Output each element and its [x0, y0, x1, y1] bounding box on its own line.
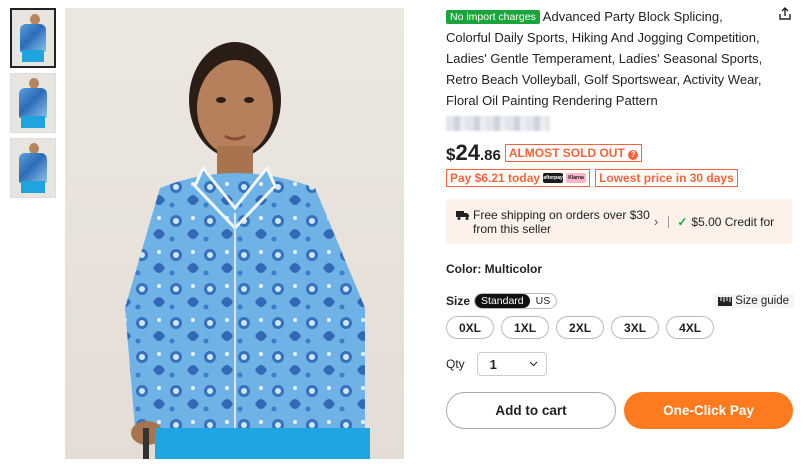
pay-today-tag[interactable]: Pay $6.21 today afterpay Klarna [446, 169, 591, 187]
free-shipping-text: Free shipping on orders over $30 from th… [473, 207, 650, 236]
quantity-value: 1 [489, 356, 497, 372]
size-option-3xl[interactable]: 3XL [611, 316, 660, 339]
product-main-image[interactable] [65, 8, 404, 459]
almost-sold-out-badge: ALMOST SOLD OUT ? [504, 144, 643, 162]
chevron-right-icon[interactable]: › [654, 214, 658, 229]
thumbnail-2[interactable] [10, 73, 56, 133]
help-icon[interactable]: ? [628, 150, 639, 160]
quantity-select[interactable]: 1 [476, 352, 547, 376]
size-system-standard[interactable]: Standard [475, 294, 530, 308]
one-click-pay-button[interactable]: One-Click Pay [624, 392, 793, 429]
ruler-icon [718, 296, 733, 306]
thumbnail-3[interactable] [10, 138, 56, 198]
size-system-toggle: Standard US [474, 293, 558, 309]
shipping-info-box[interactable]: Free shipping on orders over $30 from th… [446, 199, 792, 244]
afterpay-logo-icon: afterpay [543, 173, 564, 183]
klarna-logo-icon: Klarna [566, 173, 587, 183]
share-icon[interactable] [777, 6, 793, 22]
add-to-cart-button[interactable]: Add to cart [446, 392, 616, 429]
size-header: Size Standard US Size guide [446, 293, 796, 309]
thumbnail-1[interactable] [10, 8, 56, 68]
size-options: 0XL 1XL 2XL 3XL 4XL [446, 316, 796, 339]
product-info-panel: No import charges Advanced Party Block Sp… [446, 6, 796, 429]
credit-info: ✓ $5.00 Credit for [677, 215, 774, 229]
price-integer: 24 [455, 140, 480, 165]
almost-sold-out-text: ALMOST SOLD OUT [508, 146, 625, 160]
action-buttons: Add to cart One-Click Pay [446, 392, 796, 429]
size-option-0xl[interactable]: 0XL [446, 316, 495, 339]
lowest-price-tag: Lowest price in 30 days [595, 169, 738, 187]
blurred-rating [446, 116, 550, 131]
size-option-4xl[interactable]: 4XL [666, 316, 715, 339]
product-price: $24.86 [446, 140, 501, 166]
pay-today-text: Pay $6.21 today [450, 171, 541, 185]
thumbnail-strip [10, 8, 56, 203]
size-guide-button[interactable]: Size guide [713, 294, 794, 308]
free-shipping-link[interactable]: Free shipping on orders over $30 from th… [456, 208, 652, 236]
size-system-us[interactable]: US [530, 294, 557, 308]
price-decimal: .86 [479, 147, 501, 164]
truck-icon [456, 210, 469, 220]
check-icon: ✓ [677, 214, 688, 229]
product-title: No import charges Advanced Party Block Sp… [446, 6, 766, 111]
size-option-2xl[interactable]: 2XL [556, 316, 605, 339]
pay-row: Pay $6.21 today afterpay Klarna Lowest p… [446, 169, 796, 187]
chevron-down-icon [529, 361, 538, 367]
divider [668, 215, 670, 228]
color-label: Color: Multicolor [446, 262, 542, 276]
quantity-row: Qty 1 [446, 352, 796, 376]
size-guide-label: Size guide [735, 295, 789, 307]
size-label: Size [446, 294, 471, 308]
price-row: $24.86 ALMOST SOLD OUT ? [446, 140, 796, 166]
quantity-label: Qty [446, 357, 465, 371]
no-import-charges-badge: No import charges [446, 10, 540, 24]
credit-text: $5.00 Credit for [691, 214, 775, 229]
size-option-1xl[interactable]: 1XL [501, 316, 550, 339]
